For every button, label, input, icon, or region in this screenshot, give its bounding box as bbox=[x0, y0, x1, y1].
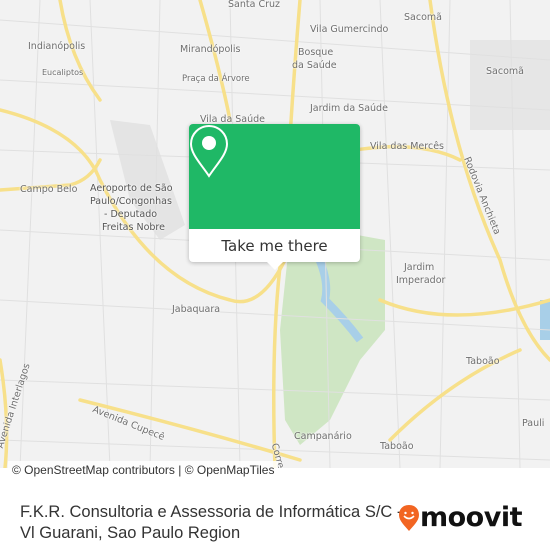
label-aeroporto-2: Paulo/Congonhas bbox=[90, 196, 172, 207]
label-jardim: Jardim bbox=[404, 262, 435, 273]
label-indianopolis: Indianópolis bbox=[28, 41, 86, 52]
moovit-logo[interactable]: moovit bbox=[398, 502, 523, 533]
label-imperador: Imperador bbox=[396, 275, 446, 286]
popup-header bbox=[189, 124, 360, 229]
label-mirandopolis: Mirandópolis bbox=[180, 44, 241, 55]
label-campo-belo: Campo Belo bbox=[20, 184, 78, 195]
take-me-there-button[interactable]: Take me there bbox=[189, 229, 360, 262]
label-jabaquara: Jabaquara bbox=[172, 304, 221, 315]
label-taboao-right: Taboão bbox=[466, 356, 500, 367]
label-aeroporto-4: Freitas Nobre bbox=[102, 222, 165, 233]
label-aeroporto-1: Aeroporto de São bbox=[90, 183, 173, 194]
popup-pointer bbox=[267, 262, 283, 270]
label-eucaliptos: Eucaliptos bbox=[42, 68, 84, 77]
moovit-wordmark: moovit bbox=[420, 502, 523, 533]
label-vila-merces: Vila das Mercês bbox=[370, 141, 444, 152]
map-pin-icon bbox=[189, 124, 229, 178]
place-title: F.K.R. Consultoria e Assessoria de Infor… bbox=[20, 503, 403, 542]
label-campanario: Campanário bbox=[294, 431, 352, 442]
map[interactable]: Santa Cruz Vila Gumercindo Sacomã Indian… bbox=[0, 0, 550, 468]
label-bosque: Bosque bbox=[298, 47, 334, 58]
moovit-pin-icon bbox=[399, 504, 419, 531]
label-aeroporto-3: - Deputado bbox=[104, 209, 158, 220]
label-bosque-saude: da Saúde bbox=[292, 60, 337, 71]
label-praca-arvore: Praça da Árvore bbox=[182, 74, 250, 84]
map-attribution[interactable]: © OpenStreetMap contributors | © OpenMap… bbox=[8, 461, 279, 479]
label-taboao: Taboão bbox=[380, 441, 414, 452]
location-popup: Take me there bbox=[189, 124, 360, 270]
park-area bbox=[280, 230, 385, 445]
label-vila-gumercindo: Vila Gumercindo bbox=[310, 24, 389, 35]
label-sacoma: Sacomã bbox=[486, 66, 524, 77]
label-jardim-saude: Jardim da Saúde bbox=[310, 103, 388, 114]
label-sacoma-top: Sacomã bbox=[404, 12, 442, 23]
label-pauli: Pauli bbox=[522, 418, 545, 429]
label-santa-cruz: Santa Cruz bbox=[228, 0, 280, 10]
